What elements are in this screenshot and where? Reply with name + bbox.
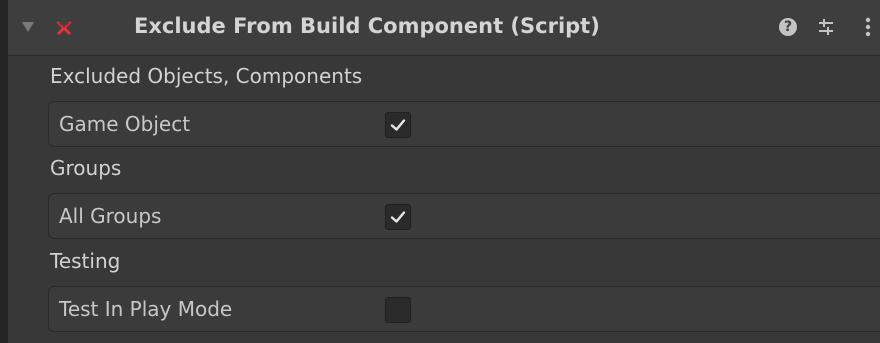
field-game-object: Game Object <box>48 101 880 147</box>
help-button[interactable]: ? <box>776 14 800 40</box>
section-label-groups: Groups <box>50 156 122 180</box>
checkmark-icon <box>390 119 406 131</box>
preset-button[interactable] <box>814 14 838 40</box>
foldout-triangle-icon[interactable] <box>22 22 34 32</box>
field-label: Game Object <box>59 112 191 136</box>
script-error-icon <box>54 18 74 38</box>
test-in-play-mode-checkbox[interactable] <box>385 297 411 323</box>
component-header[interactable]: Exclude From Build Component (Script) ? <box>8 0 880 56</box>
context-menu-button[interactable] <box>856 14 880 40</box>
preset-icon <box>819 19 833 35</box>
checkmark-icon <box>390 211 406 223</box>
help-icon: ? <box>779 18 797 36</box>
field-test-in-play-mode: Test In Play Mode <box>48 286 880 332</box>
game-object-checkbox[interactable] <box>385 112 411 138</box>
section-label-testing: Testing <box>50 249 121 273</box>
component-title: Exclude From Build Component (Script) <box>134 14 600 38</box>
field-label: All Groups <box>59 204 162 228</box>
field-all-groups: All Groups <box>48 193 880 239</box>
kebab-menu-icon <box>865 17 871 37</box>
field-label: Test In Play Mode <box>59 297 233 321</box>
inspector-panel: Exclude From Build Component (Script) ? … <box>0 0 880 343</box>
all-groups-checkbox[interactable] <box>385 204 411 230</box>
section-label-excluded: Excluded Objects, Components <box>50 64 363 88</box>
